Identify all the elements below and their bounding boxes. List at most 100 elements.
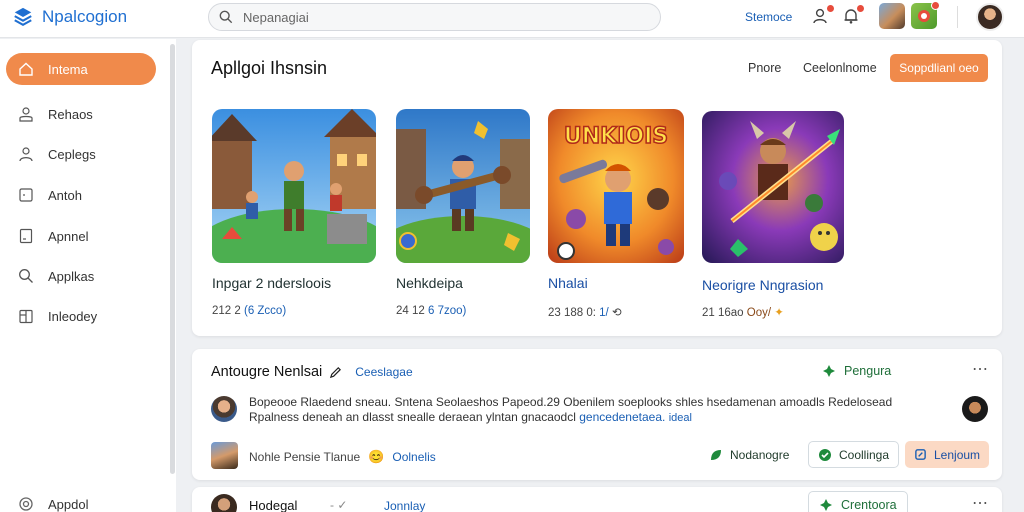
app-shortcut[interactable] bbox=[911, 1, 940, 29]
post-body: Bopeooe Rlaedend sneau. Sntena Seolaesho… bbox=[249, 395, 949, 426]
game-art-arcade: UNKIOIS bbox=[548, 109, 684, 263]
sidebar-item-intema[interactable]: Intema bbox=[6, 53, 156, 85]
sidebar-item-label: Rehaos bbox=[48, 106, 93, 122]
game-card[interactable]: Neorigre Nngrasion 21 16ao Ooy/ ✦ bbox=[702, 111, 844, 319]
game-art-fantasy bbox=[702, 111, 844, 263]
sidebar-scrollbar[interactable] bbox=[170, 44, 175, 474]
author-avatar[interactable] bbox=[211, 396, 237, 422]
post-card: Hodegal - ✓ Jonnlay Crentoora ⋯ bbox=[192, 487, 1002, 512]
post-link[interactable]: gencedenetaea. bbox=[579, 410, 665, 424]
game-meta: 21 16ao Ooy/ ✦ bbox=[702, 305, 844, 319]
app-title: Npalcogion bbox=[42, 7, 128, 26]
section-title: Apllgoi Ihsnsin bbox=[211, 58, 328, 78]
sidebar-item-applkas[interactable]: Applkas bbox=[6, 260, 156, 292]
user-icon bbox=[19, 107, 33, 122]
sidebar-item-inleodey[interactable]: Inleodey bbox=[6, 300, 156, 332]
post-meta: Nohle Pensie Tlanue 😊 Oolnelis bbox=[249, 449, 436, 465]
sidebar-item-label: Ceplegs bbox=[48, 146, 96, 162]
pencil-icon[interactable] bbox=[329, 366, 342, 379]
sidebar-item-label: Appdol bbox=[48, 496, 89, 512]
game-stats: 24 12 bbox=[396, 305, 428, 317]
post-title[interactable]: Hodegal bbox=[249, 498, 297, 512]
sidebar-item-label: Intema bbox=[48, 61, 88, 77]
game-stats: 21 16ao bbox=[702, 307, 747, 319]
game-stats: 23 188 0: bbox=[548, 307, 596, 319]
search-input[interactable] bbox=[243, 9, 643, 25]
more-options-button[interactable]: ⋯ bbox=[972, 359, 989, 379]
community-avatar[interactable] bbox=[211, 442, 238, 469]
author-name[interactable]: Nohle Pensie Tlanue bbox=[249, 450, 360, 464]
sidebar-item-apnnel[interactable]: Apnnel bbox=[6, 220, 156, 252]
game-thumbnail[interactable]: UNKIOIS bbox=[548, 109, 684, 263]
post-body-line-2: Rpalness deneah an dlasst snealle deraea… bbox=[249, 410, 949, 426]
author-avatar[interactable] bbox=[211, 494, 237, 512]
post-tag[interactable]: Jonnlay bbox=[384, 499, 425, 512]
notification-badge bbox=[931, 1, 940, 10]
puzzle-icon bbox=[823, 365, 835, 377]
game-avatar[interactable] bbox=[879, 3, 905, 29]
header-link-collections[interactable]: Ceelonlnome bbox=[803, 61, 877, 75]
app-logo[interactable]: Npalcogion bbox=[12, 6, 127, 28]
game-thumbnail[interactable] bbox=[396, 109, 530, 263]
sidebar-item-appdol[interactable]: Appdol bbox=[6, 488, 156, 512]
post-title[interactable]: Antougre Nenlsai bbox=[211, 364, 322, 380]
action-button-2[interactable]: Coollinga bbox=[808, 441, 900, 468]
notifications-button[interactable] bbox=[842, 4, 865, 25]
user-avatar[interactable] bbox=[976, 3, 1004, 31]
commenter-avatar[interactable] bbox=[962, 396, 988, 422]
post-status-label: Pengura bbox=[844, 364, 892, 378]
game-art-hero bbox=[396, 109, 530, 263]
post-status-tag[interactable]: Crentoora bbox=[808, 491, 908, 512]
document-icon bbox=[19, 228, 33, 244]
sidebar-item-antoh[interactable]: Antoh bbox=[6, 179, 156, 211]
game-stats: 212 2 bbox=[212, 305, 244, 317]
emoji-icon: 😊 bbox=[368, 449, 385, 464]
action-label: Coollinga bbox=[839, 447, 890, 462]
sidebar-item-label: Antoh bbox=[48, 187, 82, 203]
game-title[interactable]: Nhalai bbox=[548, 275, 684, 291]
post-card: Antougre Nenlsai Ceeslagae Pengura ⋯ Bop… bbox=[192, 349, 1002, 480]
header-link-more[interactable]: Pnore bbox=[748, 61, 781, 75]
post-status-label: Crentoora bbox=[841, 498, 897, 512]
home-icon bbox=[19, 62, 33, 76]
game-rating: Ooy/ bbox=[746, 307, 772, 319]
action-button-3[interactable]: Lenjoum bbox=[905, 441, 990, 468]
search-icon bbox=[219, 10, 233, 24]
more-options-button[interactable]: ⋯ bbox=[972, 493, 989, 512]
divider bbox=[957, 6, 958, 28]
settings-icon bbox=[19, 497, 33, 511]
leaf-icon bbox=[711, 449, 721, 460]
sidebar-item-rehaos[interactable]: Rehaos bbox=[6, 98, 156, 130]
star-icon: ✦ bbox=[774, 307, 784, 319]
game-title[interactable]: Inpgar 2 ndersloois bbox=[212, 275, 376, 291]
post-link[interactable]: ideal bbox=[669, 412, 692, 424]
top-link[interactable]: Stemoce bbox=[745, 10, 792, 24]
user-alert-button[interactable] bbox=[812, 4, 835, 25]
game-card[interactable]: Inpgar 2 ndersloois 212 2 (6 Zcco) bbox=[212, 109, 376, 317]
game-art-village bbox=[212, 109, 376, 263]
top-bar: Npalcogion Stemoce bbox=[0, 0, 1024, 38]
featured-games-card: Apllgoi Ihsnsin Pnore Ceelonlnome Soppdl… bbox=[192, 40, 1002, 336]
action-button-1[interactable]: Nodanogre bbox=[700, 441, 798, 468]
link-icon bbox=[915, 449, 926, 460]
post-tag[interactable]: Ceeslagae bbox=[355, 365, 412, 379]
game-thumbnail[interactable] bbox=[702, 111, 844, 263]
person-icon bbox=[19, 147, 33, 162]
sidebar-item-ceplegs[interactable]: Ceplegs bbox=[6, 138, 156, 170]
sidebar-item-label: Apnnel bbox=[48, 228, 89, 244]
game-title[interactable]: Neorigre Nngrasion bbox=[702, 277, 844, 293]
check-circle-icon bbox=[819, 448, 831, 461]
game-card[interactable]: Nehkdeipa 24 12 6 7zoo) bbox=[396, 109, 530, 317]
primary-action-button[interactable]: Soppdlianl oeo bbox=[890, 54, 988, 82]
game-rating: 1/ bbox=[595, 307, 609, 319]
game-title[interactable]: Nehkdeipa bbox=[396, 275, 530, 291]
game-meta: 24 12 6 7zoo) bbox=[396, 305, 530, 317]
game-thumbnail[interactable] bbox=[212, 109, 376, 263]
game-meta: 23 188 0: 1/ ⟲ bbox=[548, 305, 684, 319]
post-body-line: Bopeooe Rlaedend sneau. Sntena Seolaesho… bbox=[249, 395, 893, 409]
meta-link[interactable]: Oolnelis bbox=[392, 450, 435, 464]
game-card[interactable]: UNKIOIS Nhalai 23 188 0: 1/ ⟲ bbox=[548, 109, 684, 319]
search-bar[interactable] bbox=[208, 3, 661, 31]
post-status-tag[interactable]: Pengura bbox=[822, 364, 891, 378]
separator: - ✓ bbox=[330, 498, 348, 512]
